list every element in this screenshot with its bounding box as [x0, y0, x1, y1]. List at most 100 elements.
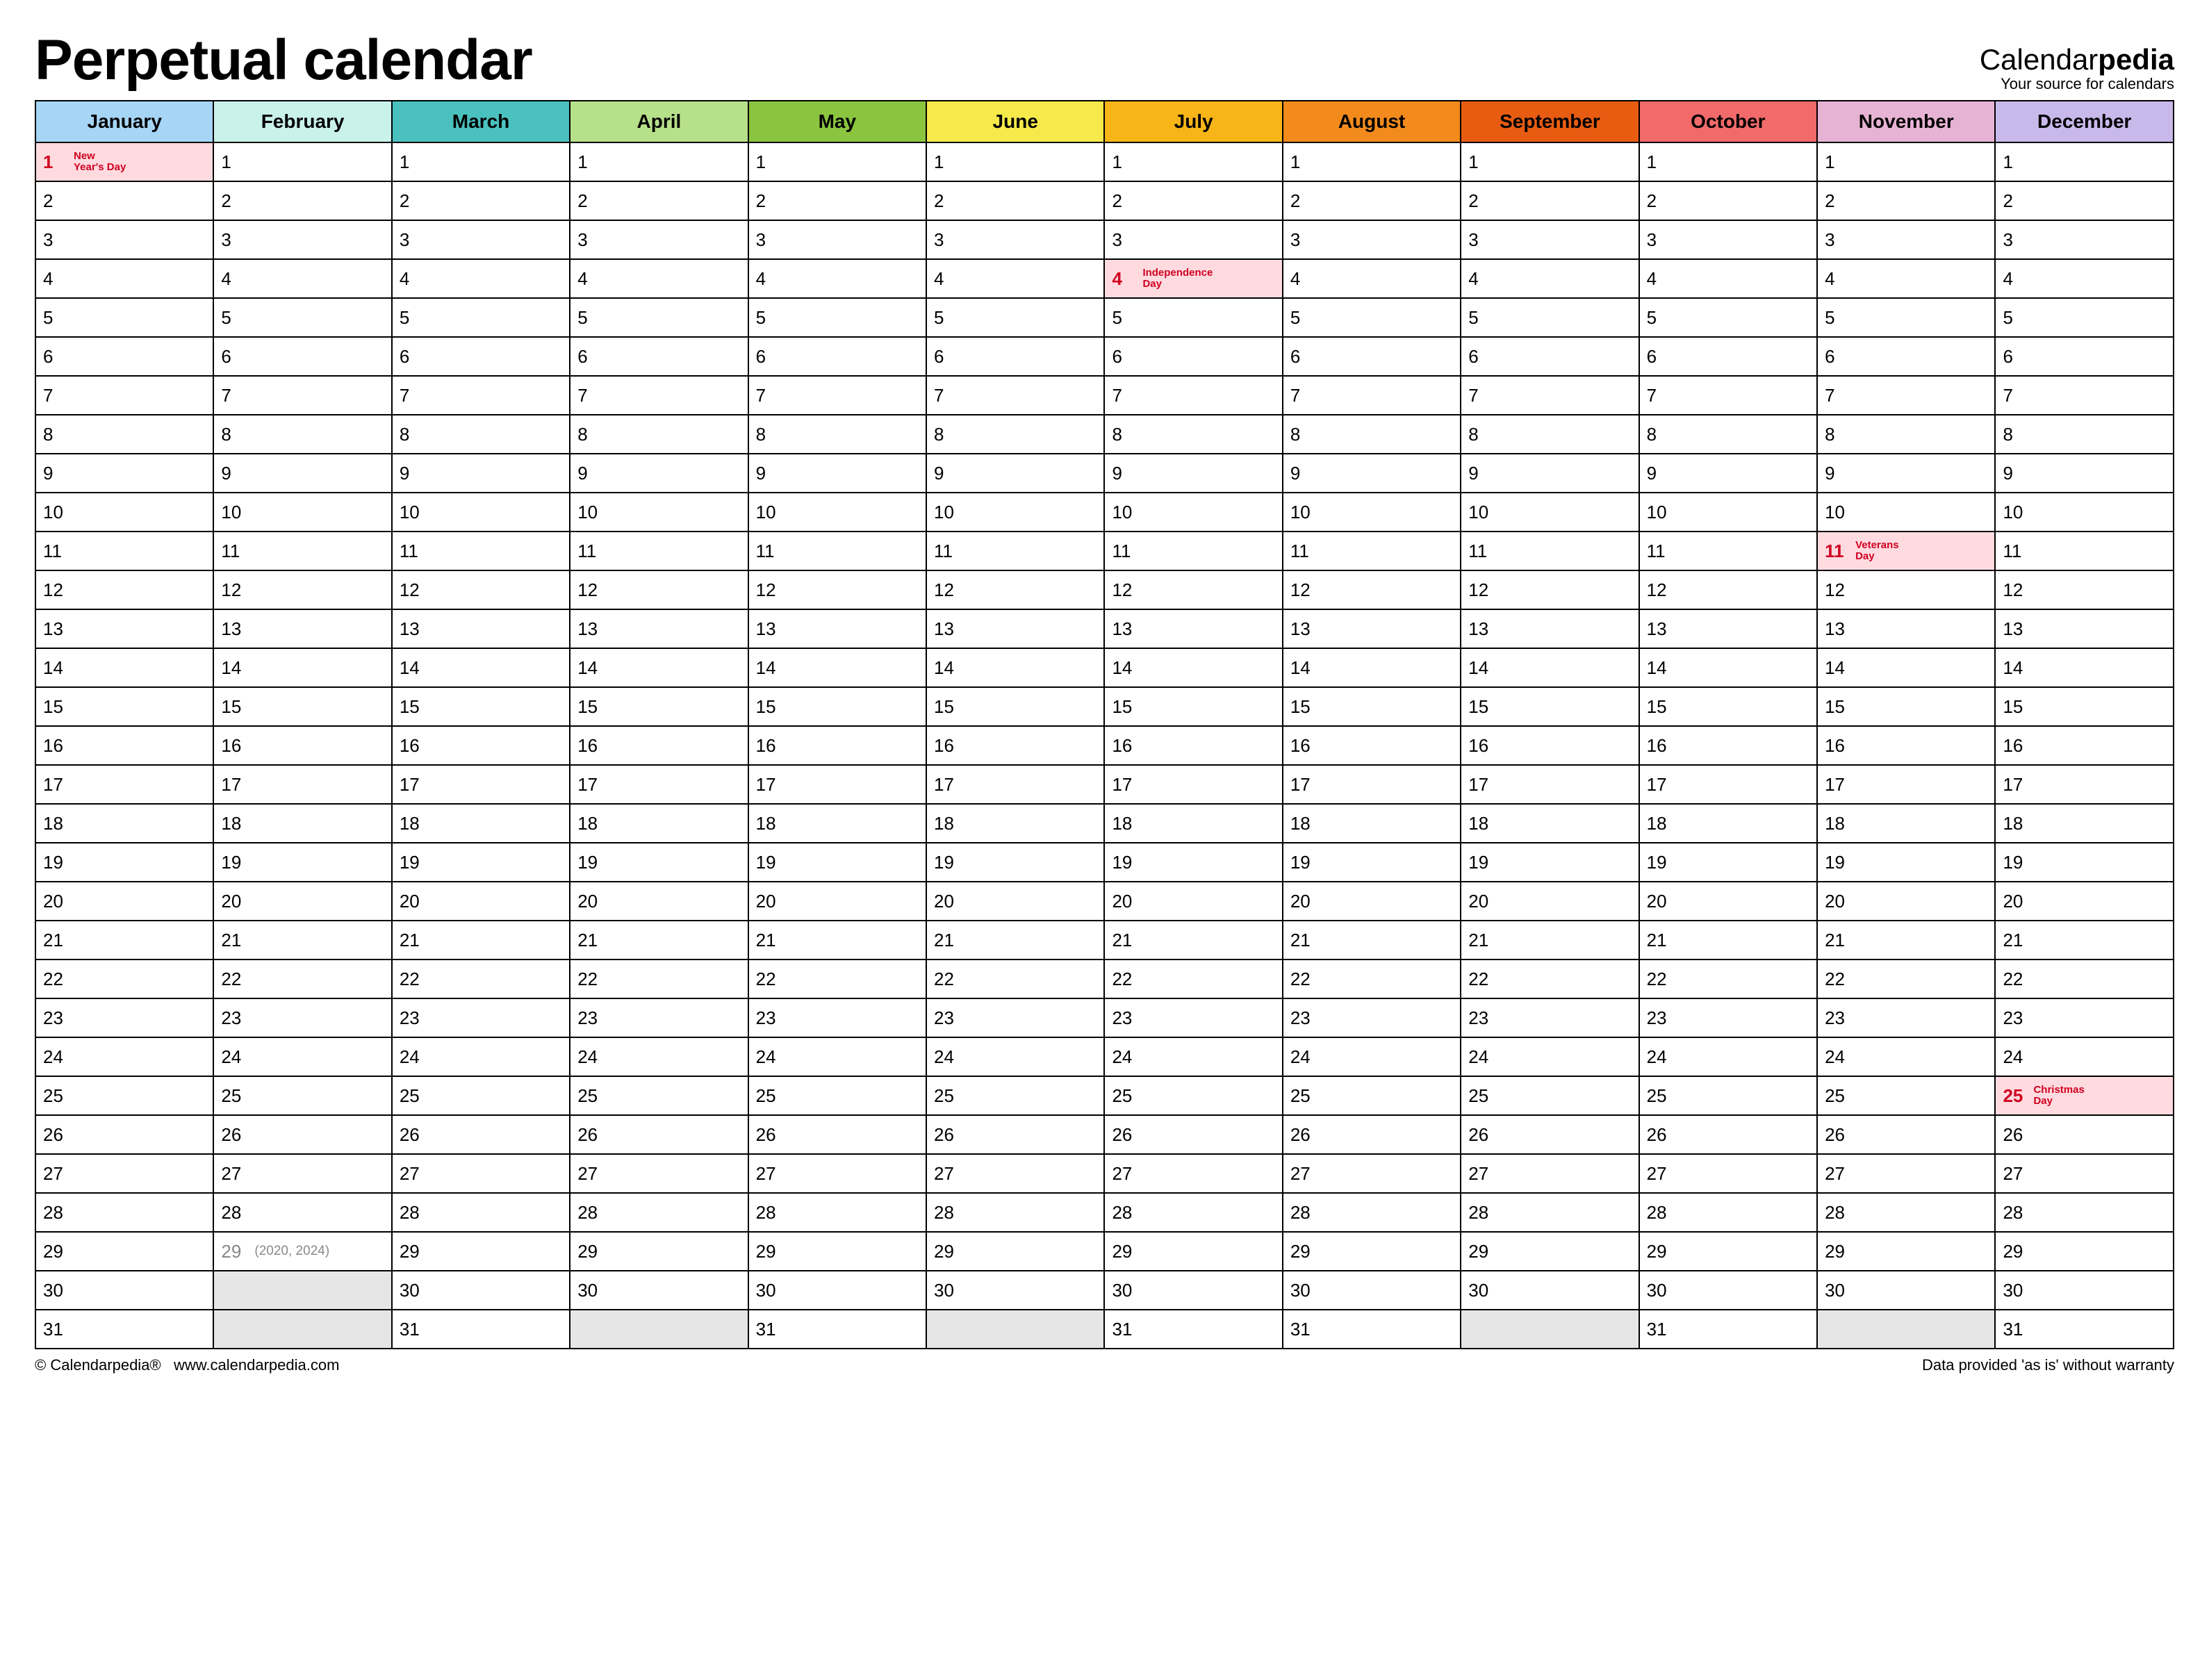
day-number: 6: [577, 346, 601, 368]
day-number: 5: [1290, 307, 1314, 329]
day-number: 26: [1647, 1124, 1670, 1146]
day-cell: 11: [1639, 532, 1817, 570]
day-row: 777777777777: [35, 376, 2174, 415]
day-number: 23: [756, 1007, 780, 1029]
day-row: 31313131313131: [35, 1310, 2174, 1349]
day-number: 8: [400, 424, 423, 445]
day-number: 20: [221, 891, 245, 912]
day-cell: 18: [392, 804, 570, 843]
day-number: 15: [1647, 696, 1670, 718]
day-cell: 10: [1283, 493, 1461, 532]
day-number: 19: [934, 852, 958, 873]
day-number: 11: [577, 541, 601, 562]
day-number: 10: [43, 502, 67, 523]
day-cell: 20: [1283, 882, 1461, 921]
month-header-april: April: [570, 101, 748, 142]
day-cell: 16: [213, 726, 391, 765]
day-cell: 8: [1461, 415, 1639, 454]
day-number: 29: [934, 1241, 958, 1262]
day-cell: 6: [1461, 337, 1639, 376]
day-number: 9: [400, 463, 423, 484]
day-number: 14: [1825, 657, 1848, 679]
day-cell: 17: [35, 765, 213, 804]
day-number: 5: [756, 307, 780, 329]
day-row: 1NewYear's Day11111111111: [35, 142, 2174, 181]
day-number: 25: [1825, 1085, 1848, 1107]
day-number: 6: [934, 346, 958, 368]
day-cell: 18: [213, 804, 391, 843]
day-cell: 15: [213, 687, 391, 726]
day-cell: 10: [926, 493, 1104, 532]
day-number: 29: [1825, 1241, 1848, 1262]
day-cell: 1: [1283, 142, 1461, 181]
day-number: 22: [1825, 969, 1848, 990]
day-cell: 1: [748, 142, 926, 181]
day-cell: 14: [1283, 648, 1461, 687]
day-number: 5: [1468, 307, 1492, 329]
day-cell: 25: [926, 1076, 1104, 1115]
day-number: 17: [577, 774, 601, 796]
day-number: 3: [1825, 229, 1848, 251]
day-number: 14: [43, 657, 67, 679]
day-number: 26: [2003, 1124, 2026, 1146]
day-number: 3: [1290, 229, 1314, 251]
day-number: 16: [400, 735, 423, 757]
day-number: 3: [1647, 229, 1670, 251]
day-number: 2: [43, 190, 67, 212]
day-cell: 21: [1104, 921, 1282, 960]
day-cell: 27: [213, 1154, 391, 1193]
day-number: 19: [577, 852, 601, 873]
day-cell: 27: [1461, 1154, 1639, 1193]
day-cell: 10: [1461, 493, 1639, 532]
day-cell: 2: [1283, 181, 1461, 220]
day-cell: 1: [926, 142, 1104, 181]
day-number: 4: [221, 268, 245, 290]
day-number: 17: [1825, 774, 1848, 796]
day-number: 11: [221, 541, 245, 562]
day-cell: 27: [1283, 1154, 1461, 1193]
day-number: 24: [756, 1046, 780, 1068]
day-number: 18: [400, 813, 423, 834]
day-cell: 20: [35, 882, 213, 921]
day-number: 19: [400, 852, 423, 873]
day-cell: 2: [35, 181, 213, 220]
day-cell: 23: [748, 998, 926, 1037]
day-cell: 6: [1283, 337, 1461, 376]
day-number: 25: [756, 1085, 780, 1107]
day-cell: 17: [748, 765, 926, 804]
day-number: 1: [1112, 151, 1135, 173]
day-cell: 5: [1283, 298, 1461, 337]
day-cell: 2: [1817, 181, 1995, 220]
day-number: 7: [1468, 385, 1492, 406]
day-number: 26: [221, 1124, 245, 1146]
day-number: 29: [1290, 1241, 1314, 1262]
day-number: 22: [221, 969, 245, 990]
day-cell: 16: [570, 726, 748, 765]
day-cell: 26: [213, 1115, 391, 1154]
day-number: 27: [1290, 1163, 1314, 1185]
month-header-december: December: [1995, 101, 2174, 142]
day-cell: 7: [1995, 376, 2174, 415]
day-number: 25: [934, 1085, 958, 1107]
day-cell: 29: [35, 1232, 213, 1271]
day-cell: 14: [213, 648, 391, 687]
day-cell: 14: [570, 648, 748, 687]
day-cell: 27: [1995, 1154, 2174, 1193]
day-cell: 24: [1817, 1037, 1995, 1076]
day-cell: 5: [1461, 298, 1639, 337]
day-row: 888888888888: [35, 415, 2174, 454]
day-row: 2929(2020, 2024)29292929292929292929: [35, 1232, 2174, 1271]
day-number: 13: [2003, 618, 2026, 640]
day-number: 15: [1825, 696, 1848, 718]
day-number: 7: [43, 385, 67, 406]
day-number: 23: [2003, 1007, 2026, 1029]
day-number: 26: [1468, 1124, 1492, 1146]
day-number: 13: [934, 618, 958, 640]
footer-copyright: © Calendarpedia®: [35, 1356, 161, 1374]
day-cell: 16: [1104, 726, 1282, 765]
day-number: 22: [400, 969, 423, 990]
day-number: 5: [221, 307, 245, 329]
day-cell: 9: [1461, 454, 1639, 493]
day-cell: [570, 1310, 748, 1349]
day-cell: 17: [1104, 765, 1282, 804]
